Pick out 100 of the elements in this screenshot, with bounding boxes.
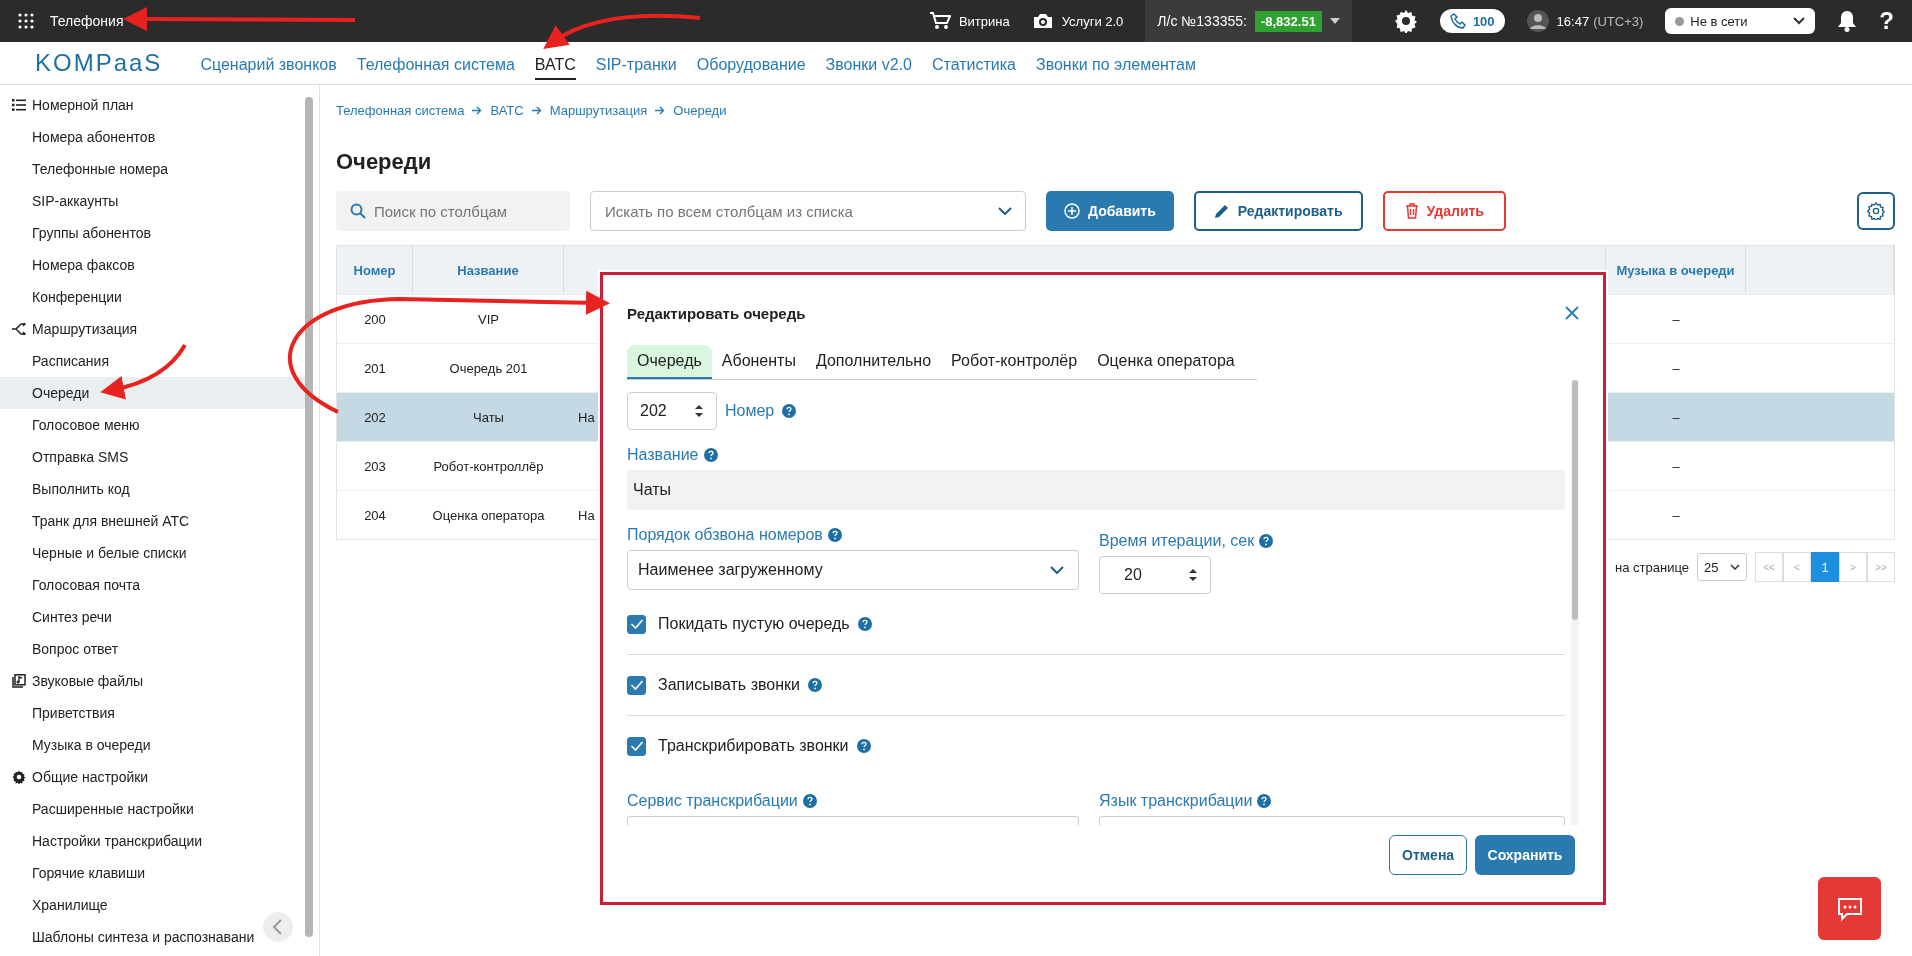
nav-tab[interactable]: Телефонная система	[356, 46, 515, 80]
user-avatar-icon[interactable]	[1526, 10, 1549, 32]
number-input[interactable]: 20	[1099, 556, 1211, 594]
page-title: Очереди	[336, 149, 433, 175]
calls-counter[interactable]: 100	[1439, 9, 1505, 33]
dialog-tab[interactable]: Абоненты	[711, 345, 806, 379]
table-cell-text: –	[1671, 457, 1681, 476]
name-field[interactable]: Чаты	[627, 470, 1565, 510]
table-cell-text: 201	[363, 359, 387, 378]
sidebar-item[interactable]: Музыка в очереди	[0, 729, 305, 761]
nav-tab[interactable]: Звонки по элементам	[1035, 46, 1196, 80]
delete-button[interactable]: Удалить	[1382, 191, 1506, 231]
sidebar-item[interactable]: Группы абонентов	[0, 217, 305, 249]
nav-tab[interactable]: Звонки v2.0	[825, 46, 912, 80]
edit-button[interactable]: Редактировать	[1193, 191, 1363, 231]
nav-tab[interactable]: Оборудование	[696, 46, 806, 80]
sidebar-item[interactable]: Номера абонентов	[0, 121, 305, 153]
chevron-down-icon	[1793, 17, 1806, 25]
close-icon[interactable]	[1565, 306, 1579, 320]
table-cell-text: Очередь 201	[448, 359, 529, 378]
apps-grid-icon[interactable]	[18, 13, 34, 29]
help-icon[interactable]	[782, 404, 797, 418]
breadcrumb-link[interactable]: Маршрутизация	[549, 102, 648, 118]
nav-tab[interactable]: SIP-транки	[595, 46, 677, 80]
help-icon[interactable]	[807, 678, 822, 692]
help-button[interactable]: ?	[1879, 7, 1894, 35]
chat-button[interactable]	[1818, 877, 1881, 940]
search-field[interactable]: Поиск по столбцам	[336, 191, 570, 231]
sidebar-group[interactable]: Общие настройки	[0, 761, 319, 793]
sidebar-item[interactable]: Расширенные настройки	[0, 793, 305, 825]
settings-button[interactable]	[1857, 192, 1895, 230]
breadcrumb-link[interactable]: ВАТС	[490, 102, 524, 118]
sidebar-item[interactable]: Приветствия	[0, 697, 305, 729]
column-header[interactable]: Номер	[337, 246, 413, 294]
sidebar-item[interactable]: Черные и белые списки	[0, 537, 305, 569]
nav-tab[interactable]: Сценарий звонков	[200, 46, 337, 80]
sidebar-item[interactable]: Горячие клавиши	[0, 857, 305, 889]
checkbox[interactable]	[627, 614, 646, 634]
help-icon[interactable]	[703, 448, 718, 462]
breadcrumb-link[interactable]: Телефонная система	[336, 102, 465, 118]
number-input[interactable]: 202	[627, 392, 717, 430]
sidebar-item[interactable]: Вопрос ответ	[0, 633, 305, 665]
nav-tab[interactable]: Статистика	[931, 46, 1016, 80]
help-icon[interactable]	[802, 794, 817, 808]
sidebar-item[interactable]: Голосовое меню	[0, 409, 305, 441]
bell-icon[interactable]	[1837, 10, 1858, 32]
sidebar-group[interactable]: Звуковые файлы	[0, 665, 319, 697]
group-label: Номерной план	[32, 97, 134, 113]
sidebar-item[interactable]: Настройки транскрибации	[0, 825, 305, 857]
add-button[interactable]: Добавить	[1046, 191, 1174, 231]
sidebar-group[interactable]: Маршрутизация	[0, 313, 319, 345]
sidebar-item[interactable]: Расписания	[0, 345, 305, 377]
cancel-button[interactable]: Отмена	[1389, 835, 1467, 875]
sidebar-item[interactable]: Голосовая почта	[0, 569, 305, 601]
help-icon[interactable]	[856, 739, 871, 753]
settings-icon[interactable]	[1393, 9, 1418, 33]
help-icon[interactable]	[857, 617, 872, 631]
save-button[interactable]: Сохранить	[1475, 835, 1575, 875]
help-icon[interactable]	[827, 528, 842, 542]
plus-circle-icon	[1064, 203, 1080, 219]
caret-icon[interactable]	[1329, 18, 1340, 24]
scrollbar[interactable]	[305, 97, 313, 937]
checkbox[interactable]	[627, 736, 646, 756]
sidebar-item[interactable]: SIP-аккаунты	[0, 185, 305, 217]
sidebar-item[interactable]: Конференции	[0, 281, 305, 313]
sidebar-item[interactable]: Номера факсов	[0, 249, 305, 281]
dialog-tab[interactable]: Оценка оператора	[1087, 345, 1245, 379]
arrow-right-icon	[531, 105, 542, 115]
field-label: Время итерации, сек	[1099, 532, 1255, 550]
dialog-tab[interactable]: Дополнительно	[805, 345, 942, 379]
per-page-select[interactable]: 25	[1697, 553, 1747, 581]
app-title: Телефония	[50, 13, 124, 29]
sidebar-group[interactable]: Номерной план	[0, 89, 319, 121]
help-icon[interactable]	[1259, 534, 1274, 548]
spinner-icon[interactable]	[694, 403, 704, 419]
checkbox[interactable]	[627, 675, 646, 695]
nav-tab[interactable]: ВАТС	[534, 46, 576, 80]
sidebar-item[interactable]: Транк для внешней АТС	[0, 505, 305, 537]
dial-order-select[interactable]: Наименее загруженному	[627, 550, 1079, 590]
status-select[interactable]: Не в сети	[1665, 8, 1816, 34]
dialog-tab[interactable]: Робот-контролёр	[941, 345, 1088, 379]
help-icon[interactable]	[1257, 794, 1272, 808]
scrollbar[interactable]	[1572, 380, 1578, 620]
gear-icon	[12, 770, 26, 784]
sidebar-item[interactable]: Очереди	[0, 377, 305, 409]
sidebar-item[interactable]: Синтез речи	[0, 601, 305, 633]
spinner-icon[interactable]	[1188, 567, 1198, 583]
logo[interactable]: KOMPaaS	[35, 49, 163, 77]
sidebar-item[interactable]: Шаблоны синтеза и распознавани	[0, 921, 305, 953]
breadcrumb-link[interactable]: Очереди	[673, 102, 727, 118]
column-header[interactable]: Название	[413, 246, 564, 294]
dialog-tab[interactable]: Очередь	[627, 345, 712, 379]
sidebar-item[interactable]: Выполнить код	[0, 473, 305, 505]
filter-select[interactable]: Искать по всем столбцам из списка	[590, 191, 1026, 231]
chevron-down-icon[interactable]	[998, 207, 1012, 215]
services-link[interactable]: Услуги 2.0	[1031, 11, 1124, 31]
sidebar-item[interactable]: Хранилище	[0, 889, 305, 921]
sidebar-item[interactable]: Отправка SMS	[0, 441, 305, 473]
sidebar-item[interactable]: Телефонные номера	[0, 153, 305, 185]
showcase-link[interactable]: Витрина	[928, 11, 1010, 31]
